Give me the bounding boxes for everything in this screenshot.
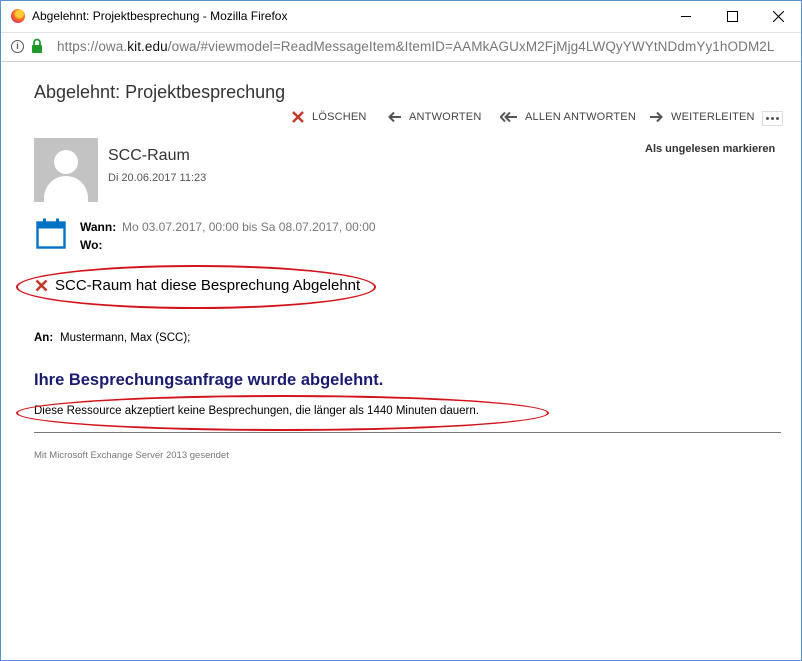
browser-window: Abgelehnt: Projektbesprechung - Mozilla … (0, 0, 802, 661)
more-dots-icon (766, 117, 769, 120)
delete-label: LÖSCHEN (312, 111, 367, 123)
lock-icon (32, 38, 42, 53)
url-prefix: https://owa. (57, 39, 128, 54)
close-window-button[interactable] (755, 1, 801, 32)
reply-label: ANTWORTEN (409, 111, 482, 123)
url-path: /owa/#viewmodel=ReadMessageItem&ItemID=A… (167, 39, 775, 54)
sent-date: Di 20.06.2017 11:23 (108, 172, 207, 184)
reply-all-arrow-icon (500, 111, 517, 123)
annotation-ellipse-status (16, 265, 376, 309)
avatar-head (54, 150, 78, 174)
close-icon (772, 11, 784, 22)
avatar-body (44, 176, 88, 202)
calendar-icon (36, 218, 66, 249)
sender-name[interactable]: SCC-Raum (108, 147, 190, 165)
title-bar: Abgelehnt: Projektbesprechung - Mozilla … (1, 1, 801, 32)
when-value: Mo 03.07.2017, 00:00 bis Sa 08.07.2017, … (122, 220, 376, 234)
url-domain: kit.edu (127, 39, 168, 54)
firefox-icon (11, 9, 25, 23)
reply-all-label: ALLEN ANTWORTEN (525, 111, 636, 123)
forward-arrow-icon (650, 111, 663, 123)
reply-all-button[interactable]: ALLEN ANTWORTEN (500, 111, 636, 123)
delete-button[interactable]: LÖSCHEN (292, 111, 367, 123)
mark-unread-link[interactable]: Als ungelesen markieren (645, 143, 775, 155)
forward-label: WEITERLEITEN (671, 111, 755, 123)
more-actions-button[interactable] (762, 111, 783, 126)
address-bar[interactable]: i https://owa.kit.edu/owa/#viewmodel=Rea… (1, 32, 801, 62)
reply-button[interactable]: ANTWORTEN (388, 111, 481, 123)
when-label: Wann: (80, 220, 117, 234)
window-title: Abgelehnt: Projektbesprechung - Mozilla … (32, 9, 288, 23)
to-label: An: (34, 332, 54, 344)
maximize-button[interactable] (709, 1, 755, 32)
message-view: Abgelehnt: Projektbesprechung LÖSCHEN AN… (1, 61, 801, 660)
body-headline: Ihre Besprechungsanfrage wurde abgelehnt… (34, 371, 384, 389)
annotation-ellipse-body (16, 395, 549, 431)
forward-button[interactable]: WEITERLEITEN (650, 111, 755, 123)
url-text[interactable]: https://owa.kit.edu/owa/#viewmodel=ReadM… (57, 39, 775, 54)
to-recipient[interactable]: Mustermann, Max (SCC); (60, 332, 190, 344)
info-icon[interactable]: i (11, 40, 24, 53)
exchange-footer: Mit Microsoft Exchange Server 2013 gesen… (34, 450, 229, 461)
minimize-button[interactable] (663, 1, 709, 32)
reply-arrow-icon (388, 111, 401, 123)
sender-avatar (34, 138, 98, 202)
divider (34, 432, 781, 433)
message-subject: Abgelehnt: Projektbesprechung (34, 82, 286, 102)
where-label: Wo: (80, 238, 103, 252)
maximize-icon (726, 11, 738, 22)
delete-x-icon (292, 111, 304, 123)
minimize-icon (681, 16, 691, 17)
